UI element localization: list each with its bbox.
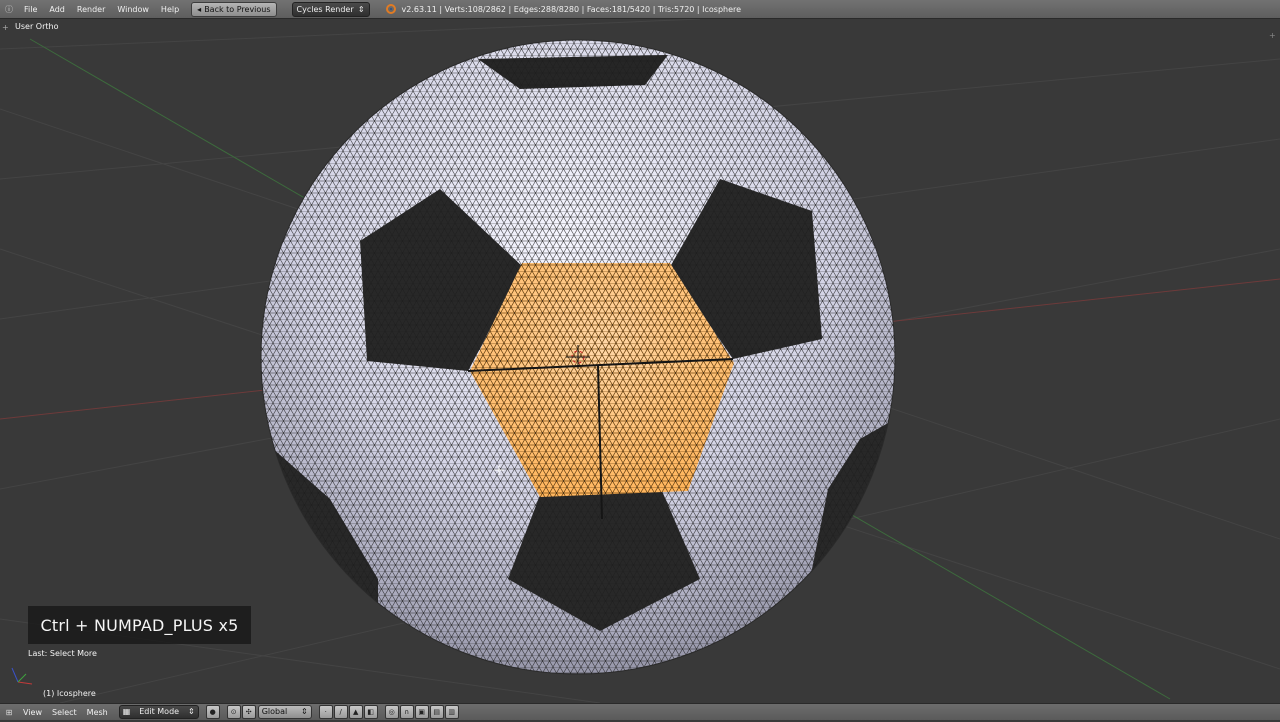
menu-add[interactable]: Add [43, 0, 71, 19]
info-editor-icon: ⓘ [5, 4, 13, 14]
proportional-editing-button[interactable]: ◎ [384, 705, 399, 719]
info-header: ⓘ File Add Render Window Help ◂ Back to … [0, 0, 1280, 19]
menu-render[interactable]: Render [71, 0, 111, 19]
3d-view-editor-icon: ⊞ [5, 707, 13, 717]
pivot-icon: ⊙ [230, 708, 237, 716]
menu-window[interactable]: Window [111, 0, 155, 19]
render-engine-select[interactable]: Cycles Render ⇕ [291, 1, 370, 17]
snap-element-button[interactable]: ▣ [414, 705, 429, 719]
back-button-label: Back to Previous [204, 4, 271, 14]
viewport-canvas [0, 19, 1280, 703]
back-icon: ◂ [197, 4, 202, 14]
dropdown-arrows-icon: ⇕ [301, 707, 308, 716]
render-engine-value: Cycles Render [296, 4, 354, 14]
edge-select-icon: / [339, 708, 342, 716]
film-icon: ▥ [448, 708, 456, 716]
back-to-previous-button[interactable]: ◂ Back to Previous [191, 1, 277, 17]
menu-view[interactable]: View [18, 704, 47, 721]
manipulator-icon: ✣ [245, 708, 252, 716]
editor-type-button[interactable]: ⊞ [0, 703, 18, 722]
menu-select[interactable]: Select [47, 704, 82, 721]
active-object-label: (1) Icosphere [43, 689, 96, 698]
magnet-icon: ∩ [404, 708, 410, 716]
screencast-keys-text: Ctrl + NUMPAD_PLUS x5 [40, 615, 239, 635]
viewport-shading-button[interactable]: ● [205, 705, 220, 719]
last-operator-panel[interactable]: Last: Select More [28, 649, 97, 658]
edge-select-button[interactable]: / [333, 705, 348, 719]
occlude-icon: ◧ [367, 708, 375, 716]
pivot-point-button[interactable]: ⊙ [226, 705, 241, 719]
limit-selection-visible-button[interactable]: ◧ [363, 705, 378, 719]
blender-logo-icon [385, 4, 396, 14]
edit-mode-icon: ▦ [122, 707, 131, 716]
snap-toggle-button[interactable]: ∩ [399, 705, 414, 719]
proportional-icon: ◎ [388, 708, 395, 716]
snap-element-icon: ▣ [418, 708, 426, 716]
properties-toggle-icon[interactable]: + [1269, 31, 1276, 40]
dropdown-arrows-icon: ⇕ [188, 707, 195, 716]
face-select-icon: ▲ [353, 708, 359, 716]
menu-mesh[interactable]: Mesh [82, 704, 113, 721]
manipulator-toggle-button[interactable]: ✣ [241, 705, 256, 719]
axis-gizmo [11, 667, 33, 685]
mode-select[interactable]: ▦ Edit Mode ⇕ [118, 705, 199, 719]
face-select-button[interactable]: ▲ [348, 705, 363, 719]
tool-shelf-toggle-icon[interactable]: + [2, 23, 9, 32]
camera-icon: ▤ [433, 708, 441, 716]
3d-view-header: ⊞ View Select Mesh ▦ Edit Mode ⇕ ● ⊙ ✣ G… [0, 703, 1280, 720]
editor-type-button[interactable]: ⓘ [0, 0, 18, 19]
menu-file[interactable]: File [18, 0, 43, 19]
render-animation-button[interactable]: ▥ [444, 705, 459, 719]
vertex-select-icon: · [324, 708, 327, 716]
orientation-value: Global [261, 707, 288, 716]
dropdown-arrows-icon: ⇕ [357, 4, 365, 14]
screencast-keys-overlay: Ctrl + NUMPAD_PLUS x5 [28, 606, 251, 644]
3d-viewport[interactable]: + + User Ortho Ctrl + NUMPAD_PLUS x5 Las… [0, 19, 1280, 703]
transform-orientation-select[interactable]: Global ⇕ [257, 705, 312, 719]
vertex-select-button[interactable]: · [318, 705, 333, 719]
solid-shading-icon: ● [209, 708, 216, 716]
scene-stats: v2.63.11 | Verts:108/2862 | Edges:288/82… [401, 4, 742, 14]
view-name-label: User Ortho [15, 22, 59, 31]
mode-value: Edit Mode [139, 707, 180, 716]
render-opengl-button[interactable]: ▤ [429, 705, 444, 719]
menu-help[interactable]: Help [155, 0, 185, 19]
